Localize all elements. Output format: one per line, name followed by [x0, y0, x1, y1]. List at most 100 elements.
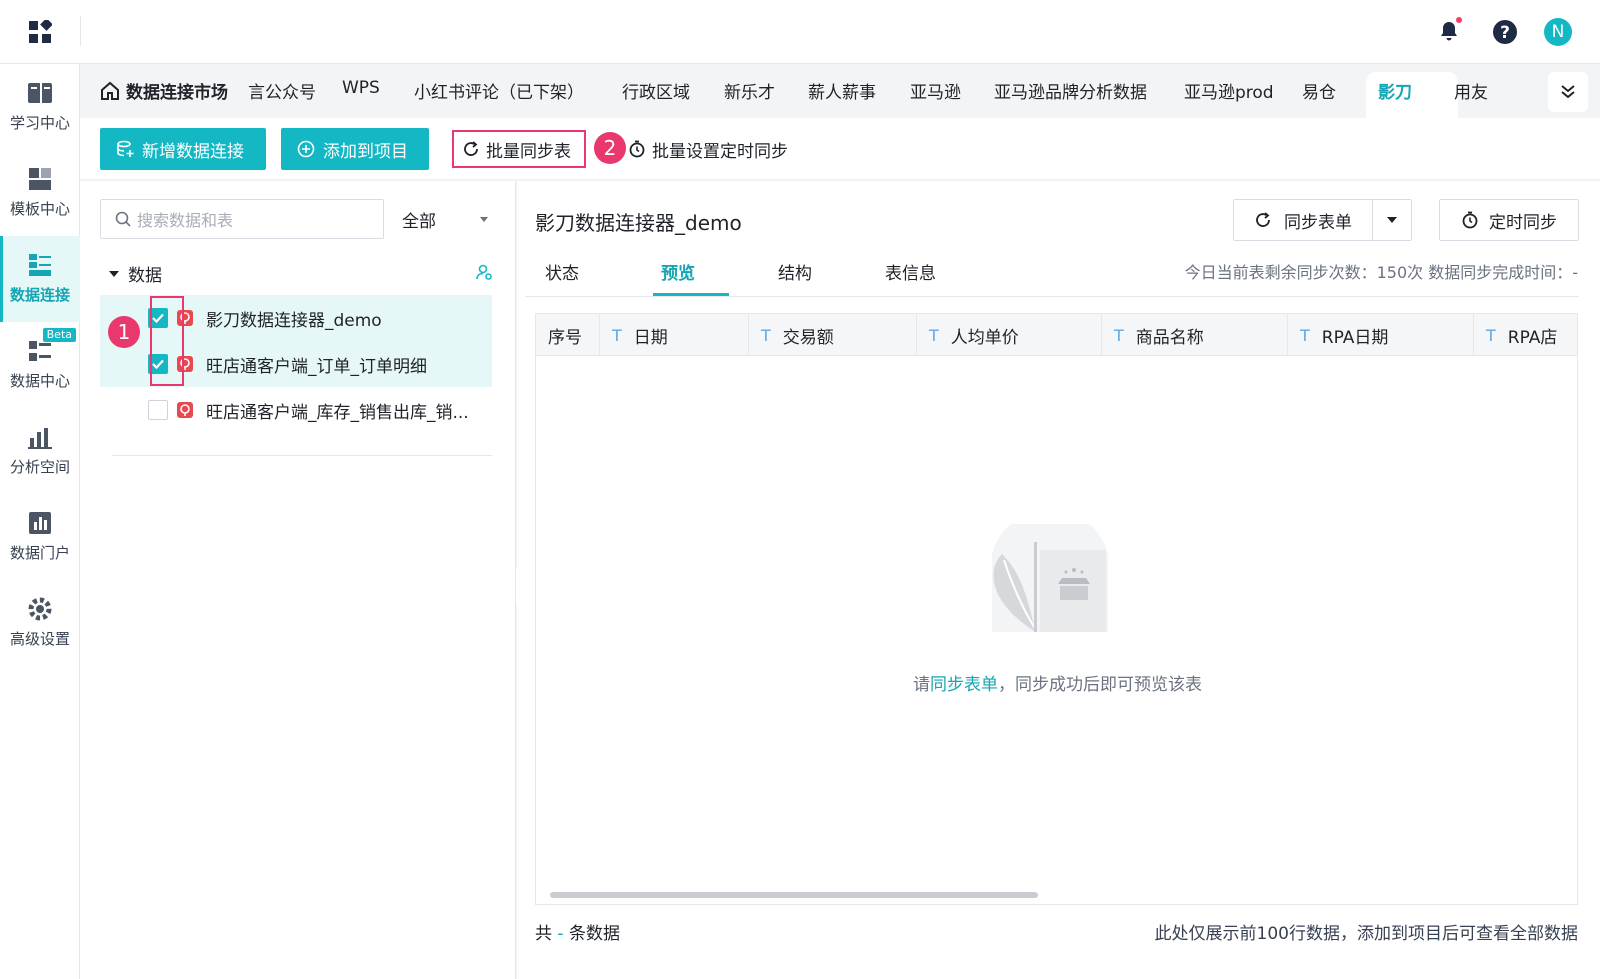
- portal-icon: [29, 512, 51, 534]
- row-count-suffix: 条数据: [568, 924, 620, 944]
- sync-form-button[interactable]: 同步表单: [1234, 200, 1373, 240]
- tab-structure[interactable]: 结构: [778, 259, 812, 284]
- batch-sync-button[interactable]: 批量同步表: [452, 130, 586, 168]
- checkbox[interactable]: [148, 400, 168, 420]
- tree-item-label: 影刀数据连接器_demo: [206, 310, 382, 331]
- schedule-sync-label: 定时同步: [1489, 212, 1557, 233]
- caret-down-icon: [109, 270, 119, 277]
- row-count-value: -: [557, 924, 564, 944]
- sync-options-dropdown[interactable]: [1373, 200, 1411, 240]
- sync-form-split-button: 同步表单: [1233, 199, 1412, 241]
- new-connection-label: 新增数据连接: [142, 141, 244, 162]
- sidebar-item-portal[interactable]: 数据门户: [0, 494, 80, 580]
- data-tree-panel: 搜索数据和表 全部 数据 影刀数据连接器_demo 旺店通客户端_订单_订单明细…: [80, 181, 516, 979]
- sidebar-item-learning[interactable]: 学习中心: [0, 64, 80, 150]
- sidebar-item-label: 数据连接: [9, 286, 70, 304]
- empty-prefix: 请: [913, 675, 930, 695]
- beta-badge: Beta: [42, 328, 76, 342]
- schedule-sync-button[interactable]: 定时同步: [1439, 199, 1579, 241]
- table-detail-panel: 影刀数据连接器_demo 同步表单 定时同步 状态 预览 结构 表信息 今日当前…: [517, 181, 1600, 979]
- tab-yingdao[interactable]: 影刀: [1378, 78, 1412, 103]
- column-header[interactable]: T RPA日期: [1288, 314, 1474, 356]
- tab-region[interactable]: 行政区域: [622, 78, 690, 103]
- notification-button[interactable]: [1432, 15, 1466, 49]
- column-header[interactable]: T 商品名称: [1102, 314, 1288, 356]
- filter-value: 全部: [402, 211, 436, 232]
- column-header-label: 序号: [548, 327, 582, 348]
- notification-dot: [1456, 17, 1462, 23]
- column-header[interactable]: T 人均单价: [917, 314, 1102, 356]
- column-header-label: 商品名称: [1135, 327, 1204, 348]
- tab-amazon-prod[interactable]: 亚马逊prod: [1184, 78, 1274, 103]
- tab-status[interactable]: 状态: [545, 259, 579, 284]
- gear-icon: [28, 597, 52, 621]
- tab-table-info[interactable]: 表信息: [885, 259, 936, 284]
- help-button[interactable]: ?: [1488, 15, 1522, 49]
- tree-item-label: 旺店通客户端_订单_订单明细: [206, 356, 427, 377]
- sidebar: 学习中心 模板中心 数据连接 Beta 数据中心 分析空间 数据门户 高级设置: [0, 64, 80, 979]
- tab-xinrenxinshi[interactable]: 薪人薪事: [808, 78, 876, 103]
- app-grid-icon[interactable]: [28, 20, 52, 44]
- top-bar: ? N: [0, 0, 1600, 64]
- tab-yonyou[interactable]: 用友: [1454, 78, 1488, 103]
- table-header: 序号 T 日期 T 交易额 T 人均单价 T 商品名称 T RPA日期 T RPA店: [536, 314, 1577, 356]
- caret-down-icon: [1387, 217, 1397, 223]
- avatar[interactable]: N: [1544, 18, 1572, 46]
- add-to-project-label: 添加到项目: [323, 141, 408, 162]
- tree-root[interactable]: 数据: [108, 261, 162, 286]
- column-header[interactable]: T RPA店: [1474, 314, 1577, 356]
- timer-icon: [1462, 211, 1478, 229]
- sidebar-item-settings[interactable]: 高级设置: [0, 580, 80, 666]
- column-header[interactable]: T 日期: [600, 314, 749, 356]
- tab-wechat[interactable]: 言公众号: [248, 78, 316, 103]
- column-header-label: 交易额: [782, 327, 834, 348]
- divider: [112, 455, 492, 456]
- row-count: 共 - 条数据: [535, 919, 620, 944]
- add-to-project-button[interactable]: 添加到项目: [281, 128, 429, 170]
- tab-xinlecai[interactable]: 新乐才: [724, 78, 775, 103]
- user-settings-icon[interactable]: [475, 263, 493, 281]
- search-input[interactable]: 搜索数据和表: [100, 199, 384, 239]
- book-icon: [28, 83, 52, 103]
- sidebar-item-analysis[interactable]: 分析空间: [0, 408, 80, 494]
- sidebar-item-label: 模板中心: [9, 200, 70, 218]
- sync-info-text: 今日当前表剩余同步次数：150次 数据同步完成时间：-: [1184, 263, 1578, 282]
- tab-yicang[interactable]: 易仓: [1302, 78, 1336, 103]
- sync-form-link[interactable]: 同步表单: [930, 675, 998, 695]
- tab-amazon[interactable]: 亚马逊: [910, 78, 961, 103]
- tab-preview[interactable]: 预览: [661, 259, 695, 284]
- sidebar-item-templates[interactable]: 模板中心: [0, 150, 80, 236]
- column-header-label: 日期: [633, 327, 668, 348]
- filter-select[interactable]: 全部: [398, 199, 494, 239]
- tree-item[interactable]: 旺店通客户端_库存_销售出库_销...: [100, 387, 492, 433]
- preview-limit-note: 此处仅展示前100行数据，添加到项目后可查看全部数据: [1154, 924, 1578, 944]
- tab-xiaohongshu[interactable]: 小红书评论（已下架）: [414, 78, 584, 103]
- tab-wps[interactable]: WPS: [342, 78, 380, 98]
- new-connection-button[interactable]: 新增数据连接: [100, 128, 266, 170]
- table-title: 影刀数据连接器_demo: [535, 211, 742, 235]
- caret-down-icon: [480, 217, 488, 222]
- sidebar-item-label: 数据门户: [9, 544, 70, 562]
- text-type-icon: T: [1300, 325, 1310, 345]
- horizontal-scrollbar[interactable]: [550, 892, 1038, 898]
- text-type-icon: T: [761, 325, 771, 345]
- more-tabs-button[interactable]: [1548, 72, 1588, 112]
- column-header[interactable]: T 交易额: [749, 314, 917, 356]
- active-tab-indicator: [653, 293, 729, 296]
- batch-sync-label: 批量同步表: [486, 141, 571, 162]
- sidebar-item-data-connection[interactable]: 数据连接: [0, 236, 80, 322]
- tab-home[interactable]: 数据连接市场: [100, 78, 228, 103]
- plus-circle-icon: [297, 140, 315, 158]
- tree-root-label: 数据: [128, 266, 162, 286]
- column-header[interactable]: 序号: [536, 314, 600, 356]
- batch-schedule-button[interactable]: 批量设置定时同步: [620, 130, 796, 168]
- step-1-badge: 1: [108, 316, 140, 348]
- checkbox-highlight-box: [150, 296, 184, 386]
- double-chevron-down-icon: [1561, 85, 1575, 99]
- sync-form-label: 同步表单: [1284, 212, 1352, 233]
- tab-amazon-brand[interactable]: 亚马逊品牌分析数据: [994, 78, 1147, 103]
- empty-state-illustration: [992, 524, 1108, 632]
- sidebar-item-data-center[interactable]: Beta 数据中心: [0, 322, 80, 408]
- template-icon: [29, 168, 51, 190]
- sidebar-item-label: 分析空间: [9, 458, 70, 476]
